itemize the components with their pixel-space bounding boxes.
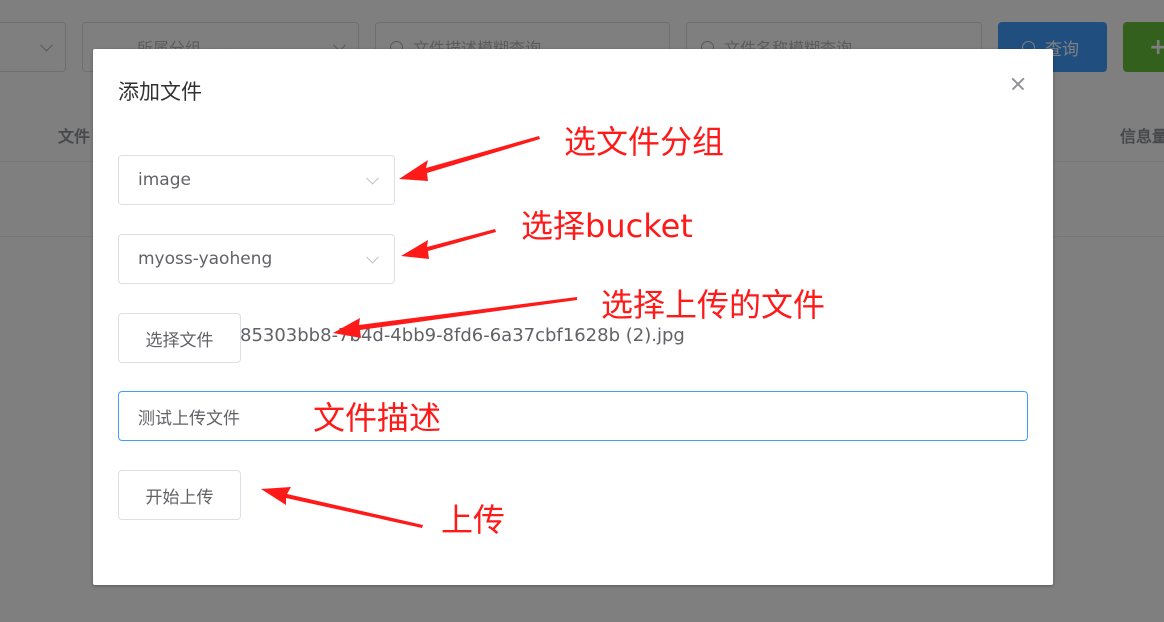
start-upload-button[interactable]: 开始上传 <box>118 470 241 520</box>
annotation-upload: 上传 <box>441 501 506 539</box>
choose-file-button[interactable]: 选择文件 <box>118 313 241 363</box>
close-icon[interactable] <box>1009 75 1027 93</box>
chosen-file-name: 85303bb8-7b4d-4bb9-8fd6-6a37cbf1628b (2)… <box>240 325 685 346</box>
annotation-select-bucket: 选择bucket <box>521 207 693 245</box>
dialog-title: 添加文件 <box>118 80 202 104</box>
file-group-select-value: image <box>138 170 191 190</box>
annotation-file-description: 文件描述 <box>313 399 442 437</box>
file-group-select[interactable]: image <box>118 155 395 205</box>
bucket-select-value: myoss-yaoheng <box>138 249 273 269</box>
file-description-input[interactable]: 测试上传文件 <box>118 391 1028 441</box>
file-description-value: 测试上传文件 <box>138 408 240 429</box>
annotation-select-group: 选文件分组 <box>564 123 725 161</box>
chevron-down-icon <box>366 250 379 264</box>
bucket-select[interactable]: myoss-yaoheng <box>118 234 395 284</box>
annotation-select-file: 选择上传的文件 <box>601 286 826 324</box>
chevron-down-icon <box>366 171 379 185</box>
